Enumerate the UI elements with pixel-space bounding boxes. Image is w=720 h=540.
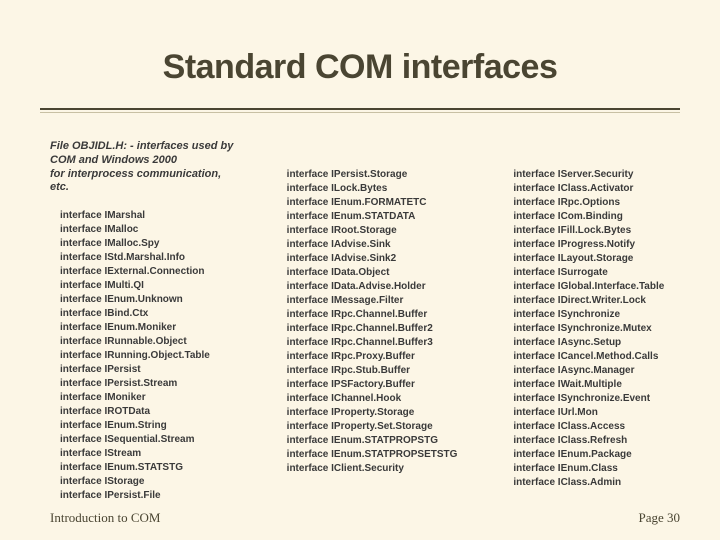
list-item: interface IRpc.Channel.Buffer3 xyxy=(287,336,464,350)
list-item: interface ILayout.Storage xyxy=(513,252,690,266)
list-item: interface ISynchronize.Event xyxy=(513,392,690,406)
list-item: interface IBind.Ctx xyxy=(60,307,237,321)
list-item: interface IRpc.Channel.Buffer xyxy=(287,308,464,322)
list-item: interface ISynchronize.Mutex xyxy=(513,322,690,336)
list-item: interface IRpc.Stub.Buffer xyxy=(287,364,464,378)
list-item: interface IPersist.Storage xyxy=(287,168,464,182)
list-item: interface ICancel.Method.Calls xyxy=(513,350,690,364)
list-item: interface IEnum.STATSTG xyxy=(60,461,237,475)
list-item: interface IEnum.STATPROPSETSTG xyxy=(287,448,464,462)
divider-light xyxy=(40,112,680,113)
list-item: interface IStorage xyxy=(60,475,237,489)
list-item: interface ICom.Binding xyxy=(513,210,690,224)
list-item: interface ILock.Bytes xyxy=(287,182,464,196)
list-item: interface IChannel.Hook xyxy=(287,392,464,406)
list-item: interface IEnum.STATDATA xyxy=(287,210,464,224)
list-item: interface IAsync.Manager xyxy=(513,364,690,378)
list-item: interface IRunning.Object.Table xyxy=(60,349,237,363)
footer-right: Page 30 xyxy=(638,510,680,526)
list-item: interface IEnum.FORMATETC xyxy=(287,196,464,210)
column-1: File OBJIDL.H: - interfaces used by COM … xyxy=(50,140,237,490)
list-item: interface IRpc.Channel.Buffer2 xyxy=(287,322,464,336)
column-3: interface IServer.Securityinterface ICla… xyxy=(503,140,690,490)
list-item: interface ISynchronize xyxy=(513,308,690,322)
interface-list-3: interface IServer.Securityinterface ICla… xyxy=(503,140,690,490)
interface-list-2: interface IPersist.Storageinterface ILoc… xyxy=(277,140,464,476)
list-item: interface IMarshal xyxy=(60,209,237,223)
list-item: interface IData.Object xyxy=(287,266,464,280)
list-item: interface IROTData xyxy=(60,405,237,419)
list-item: interface IData.Advise.Holder xyxy=(287,280,464,294)
list-item: interface IStream xyxy=(60,447,237,461)
list-item: interface IPersist.File xyxy=(60,489,237,503)
list-item: interface IMalloc xyxy=(60,223,237,237)
list-item: interface IServer.Security xyxy=(513,168,690,182)
list-item: interface IMulti.QI xyxy=(60,279,237,293)
list-item: interface IMoniker xyxy=(60,391,237,405)
list-item: interface IStd.Marshal.Info xyxy=(60,251,237,265)
list-item: interface ISurrogate xyxy=(513,266,690,280)
list-item: interface IProperty.Set.Storage xyxy=(287,420,464,434)
file-note: File OBJIDL.H: - interfaces used by COM … xyxy=(50,140,237,195)
divider-dark xyxy=(40,108,680,110)
footer: Introduction to COM Page 30 xyxy=(50,510,680,526)
list-item: interface IMalloc.Spy xyxy=(60,237,237,251)
list-item: interface IPersist.Stream xyxy=(60,377,237,391)
list-item: interface IDirect.Writer.Lock xyxy=(513,294,690,308)
content-area: File OBJIDL.H: - interfaces used by COM … xyxy=(50,140,690,490)
list-item: interface IAdvise.Sink2 xyxy=(287,252,464,266)
list-item: interface IEnum.Moniker xyxy=(60,321,237,335)
list-item: interface IGlobal.Interface.Table xyxy=(513,280,690,294)
list-item: interface IRpc.Options xyxy=(513,196,690,210)
list-item: interface IEnum.STATPROPSTG xyxy=(287,434,464,448)
list-item: interface ISequential.Stream xyxy=(60,433,237,447)
list-item: interface IEnum.String xyxy=(60,419,237,433)
list-item: interface IEnum.Class xyxy=(513,462,690,476)
list-item: interface IClass.Admin xyxy=(513,476,690,490)
list-item: interface IUrl.Mon xyxy=(513,406,690,420)
list-item: interface IFill.Lock.Bytes xyxy=(513,224,690,238)
column-2: interface IPersist.Storageinterface ILoc… xyxy=(277,140,464,490)
list-item: interface IEnum.Unknown xyxy=(60,293,237,307)
list-item: interface IClass.Activator xyxy=(513,182,690,196)
list-item: interface IProperty.Storage xyxy=(287,406,464,420)
list-item: interface IWait.Multiple xyxy=(513,378,690,392)
slide: Standard COM interfaces File OBJIDL.H: -… xyxy=(0,0,720,540)
list-item: interface IRpc.Proxy.Buffer xyxy=(287,350,464,364)
list-item: interface IPersist xyxy=(60,363,237,377)
list-item: interface IMessage.Filter xyxy=(287,294,464,308)
footer-left: Introduction to COM xyxy=(50,510,161,526)
list-item: interface IRunnable.Object xyxy=(60,335,237,349)
list-item: interface IExternal.Connection xyxy=(60,265,237,279)
interface-list-1: interface IMarshalinterface IMallocinter… xyxy=(50,209,237,503)
list-item: interface IClass.Refresh xyxy=(513,434,690,448)
list-item: interface IAdvise.Sink xyxy=(287,238,464,252)
list-item: interface IAsync.Setup xyxy=(513,336,690,350)
list-item: interface IProgress.Notify xyxy=(513,238,690,252)
list-item: interface IEnum.Package xyxy=(513,448,690,462)
page-title: Standard COM interfaces xyxy=(0,48,720,87)
list-item: interface IPSFactory.Buffer xyxy=(287,378,464,392)
list-item: interface IClass.Access xyxy=(513,420,690,434)
list-item: interface IRoot.Storage xyxy=(287,224,464,238)
list-item: interface IClient.Security xyxy=(287,462,464,476)
